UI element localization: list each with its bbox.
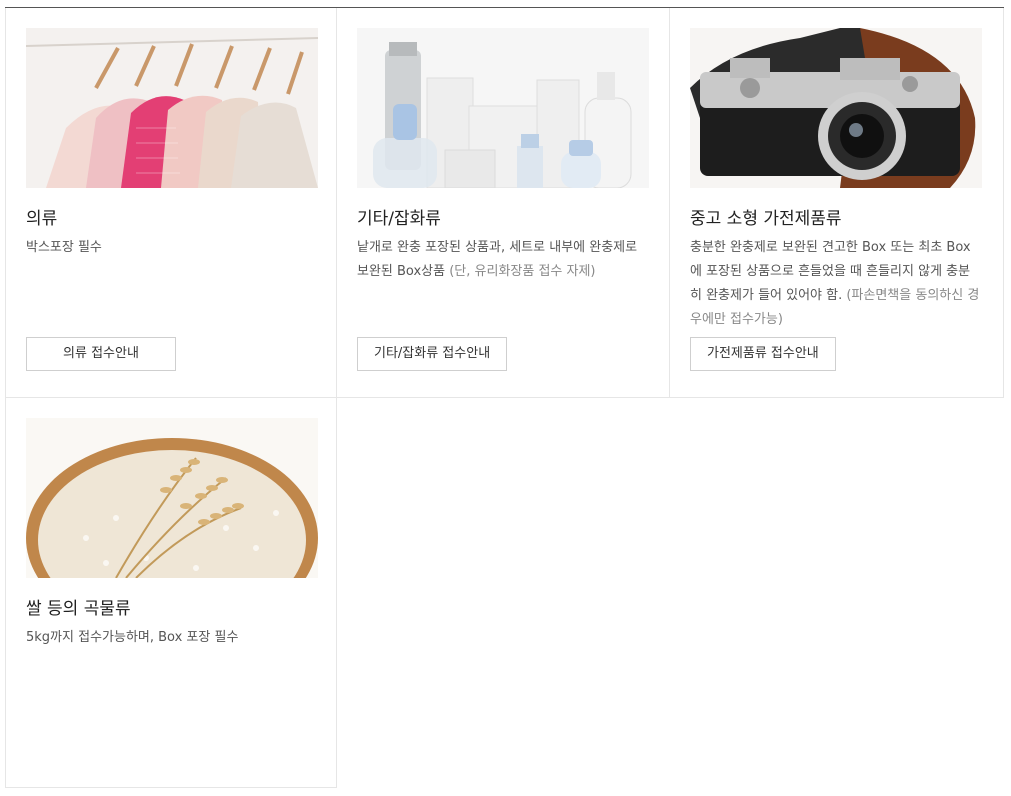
category-description: 낱개로 완충 포장된 상품과, 세트로 내부에 완충제로 보완된 Box상품 (… <box>357 236 649 284</box>
category-description: 박스포장 필수 <box>26 236 318 260</box>
clothing-guide-button[interactable]: 의류 접수안내 <box>26 337 176 371</box>
category-title: 쌀 등의 곡물류 <box>26 599 131 619</box>
misc-guide-button[interactable]: 기타/잡화류 접수안내 <box>357 337 508 371</box>
cosmetics-image <box>357 28 649 188</box>
category-title: 의류 <box>26 209 58 229</box>
category-card-misc: 기타/잡화류 낱개로 완충 포장된 상품과, 세트로 내부에 완충제로 보완된 … <box>337 8 670 398</box>
category-card-appliance: 중고 소형 가전제품류 충분한 완충제로 보완된 견고한 Box 또는 최초 B… <box>670 8 1004 398</box>
appliance-guide-button[interactable]: 가전제품류 접수안내 <box>690 337 836 371</box>
camera-image <box>690 28 982 188</box>
category-description: 충분한 완충제로 보완된 견고한 Box 또는 최초 Box에 포장된 상품으로… <box>690 236 982 332</box>
category-card-grain: 쌀 등의 곡물류 5kg까지 접수가능하며, Box 포장 필수 <box>5 398 337 788</box>
description-text: 5kg까지 접수가능하며, Box 포장 필수 <box>26 630 239 645</box>
category-description: 5kg까지 접수가능하며, Box 포장 필수 <box>26 626 318 650</box>
description-text: 박스포장 필수 <box>26 240 102 255</box>
category-card-clothing: 의류 박스포장 필수 의류 접수안내 <box>5 8 337 398</box>
category-title: 기타/잡화류 <box>357 209 441 229</box>
clothing-image <box>26 28 318 188</box>
description-note: (단, 유리화장품 접수 자제) <box>449 264 596 279</box>
rice-image <box>26 418 318 578</box>
category-title: 중고 소형 가전제품류 <box>690 209 842 229</box>
